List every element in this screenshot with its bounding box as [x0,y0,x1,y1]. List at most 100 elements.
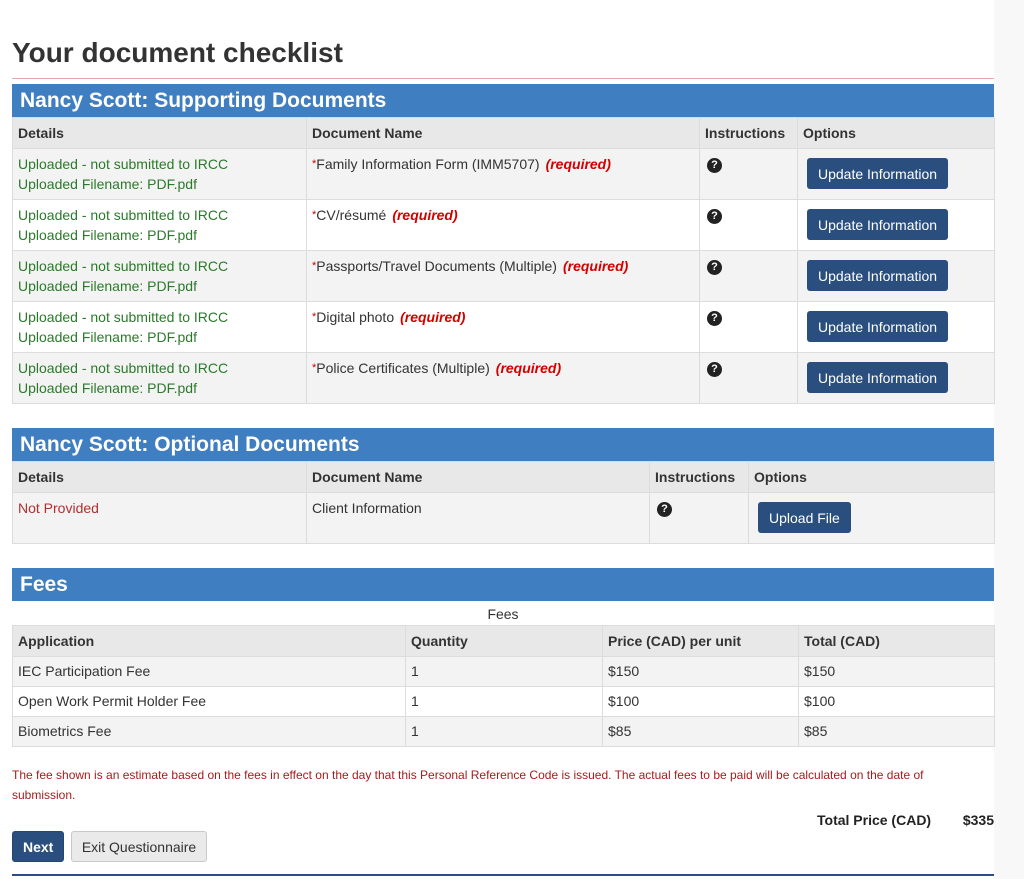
col-instructions: Instructions [649,461,749,493]
col-options: Options [748,461,995,493]
table-row: Open Work Permit Holder Fee 1 $100 $100 [12,686,995,717]
options-cell: Update Information [797,199,995,251]
question-circle-icon[interactable]: ? [707,311,722,326]
update-information-button[interactable]: Update Information [807,158,949,189]
page-title: Your document checklist [12,37,343,68]
details-cell: Uploaded - not submitted to IRCC Uploade… [12,352,307,404]
col-instructions: Instructions [699,117,798,149]
col-details: Details [12,117,307,149]
update-information-button[interactable]: Update Information [807,209,949,240]
document-name-cell: *Passports/Travel Documents (Multiple) (r… [306,250,700,302]
fee-disclaimer: The fee shown is an estimate based on th… [12,768,924,802]
exit-questionnaire-button[interactable]: Exit Questionnaire [70,831,208,862]
instructions-cell: ? [699,301,798,353]
question-circle-icon[interactable]: ? [707,209,722,224]
instructions-cell: ? [699,250,798,302]
document-name: Police Certificates (Multiple) [316,360,490,376]
required-tag: (required) [495,360,562,376]
fees-table-header: Application Quantity Price (CAD) per uni… [12,625,995,657]
fee-total: $85 [798,716,995,747]
table-row: Uploaded - not submitted to IRCC Uploade… [12,148,995,200]
details-cell: Not Provided [12,492,307,544]
document-name-cell: *Family Information Form (IMM5707) (requi… [306,148,700,200]
supporting-documents-table: Details Document Name Instructions Optio… [12,117,995,404]
fees-table: Application Quantity Price (CAD) per uni… [12,625,995,747]
document-name: Digital photo [316,309,395,325]
upload-file-button[interactable]: Upload File [758,502,851,533]
col-document-name: Document Name [306,461,650,493]
table-row: Biometrics Fee 1 $85 $85 [12,716,995,747]
document-name-cell: *Police Certificates (Multiple) (required… [306,352,700,404]
upload-status: Uploaded - not submitted to IRCC [18,309,229,325]
not-provided-status: Not Provided [18,500,99,516]
details-cell: Uploaded - not submitted to IRCC Uploade… [12,301,307,353]
col-total: Total (CAD) [798,625,995,657]
title-divider [12,78,994,79]
details-cell: Uploaded - not submitted to IRCC Uploade… [12,148,307,200]
uploaded-filename: Uploaded Filename: PDF.pdf [18,227,197,243]
total-price-label: Total Price (CAD) [817,812,932,828]
upload-status: Uploaded - not submitted to IRCC [18,156,229,172]
fee-quantity: 1 [405,716,603,747]
details-cell: Uploaded - not submitted to IRCC Uploade… [12,199,307,251]
document-name: Client Information [312,500,422,516]
table-row: IEC Participation Fee 1 $150 $150 [12,656,995,687]
update-information-button[interactable]: Update Information [807,311,949,342]
document-name-cell: Client Information [306,492,650,544]
options-cell: Update Information [797,352,995,404]
uploaded-filename: Uploaded Filename: PDF.pdf [18,278,197,294]
fee-quantity: 1 [405,656,603,687]
table-row: Not Provided Client Information ? Upload… [12,492,995,544]
update-information-button[interactable]: Update Information [807,260,949,291]
page-content: Your document checklist Nancy Scott: Sup… [12,0,995,862]
table-row: Uploaded - not submitted to IRCC Uploade… [12,301,995,353]
supporting-table-header: Details Document Name Instructions Optio… [12,117,995,149]
instructions-cell: ? [649,492,749,544]
total-price-value: $335 [962,812,994,828]
footer-actions: Next Exit Questionnaire [12,831,208,862]
uploaded-filename: Uploaded Filename: PDF.pdf [18,329,197,345]
optional-table-header: Details Document Name Instructions Optio… [12,461,995,493]
document-name-cell: *Digital photo (required) [306,301,700,353]
document-name: Passports/Travel Documents (Multiple) [316,258,557,274]
instructions-cell: ? [699,148,798,200]
options-cell: Update Information [797,148,995,200]
uploaded-filename: Uploaded Filename: PDF.pdf [18,380,197,396]
question-circle-icon[interactable]: ? [657,502,672,517]
next-button[interactable]: Next [12,831,65,862]
fee-price: $150 [602,656,799,687]
col-quantity: Quantity [405,625,603,657]
uploaded-filename: Uploaded Filename: PDF.pdf [18,176,197,192]
fee-application: IEC Participation Fee [12,656,406,687]
required-tag: (required) [562,258,629,274]
document-name-cell: *CV/résumé (required) [306,199,700,251]
optional-documents-table: Details Document Name Instructions Optio… [12,461,995,544]
table-row: Uploaded - not submitted to IRCC Uploade… [12,199,995,251]
fee-price: $85 [602,716,799,747]
document-name: Family Information Form (IMM5707) [316,156,540,172]
fee-quantity: 1 [405,686,603,717]
supporting-documents-heading: Nancy Scott: Supporting Documents [12,84,994,117]
fee-total: $150 [798,656,995,687]
fees-table-caption: Fees [487,606,519,622]
question-circle-icon[interactable]: ? [707,158,722,173]
fee-total: $100 [798,686,995,717]
col-price-per-unit: Price (CAD) per unit [602,625,799,657]
table-row: Uploaded - not submitted to IRCC Uploade… [12,352,995,404]
col-details: Details [12,461,307,493]
question-circle-icon[interactable]: ? [707,362,722,377]
upload-status: Uploaded - not submitted to IRCC [18,360,229,376]
table-row: Uploaded - not submitted to IRCC Uploade… [12,250,995,302]
bottom-divider [12,874,994,876]
required-tag: (required) [400,309,466,325]
required-tag: (required) [392,207,458,223]
col-options: Options [797,117,995,149]
fee-price: $100 [602,686,799,717]
options-cell: Update Information [797,301,995,353]
update-information-button[interactable]: Update Information [807,362,949,393]
question-circle-icon[interactable]: ? [707,260,722,275]
upload-status: Uploaded - not submitted to IRCC [18,258,229,274]
col-application: Application [12,625,406,657]
instructions-cell: ? [699,352,798,404]
page-right-gutter [994,0,1024,879]
